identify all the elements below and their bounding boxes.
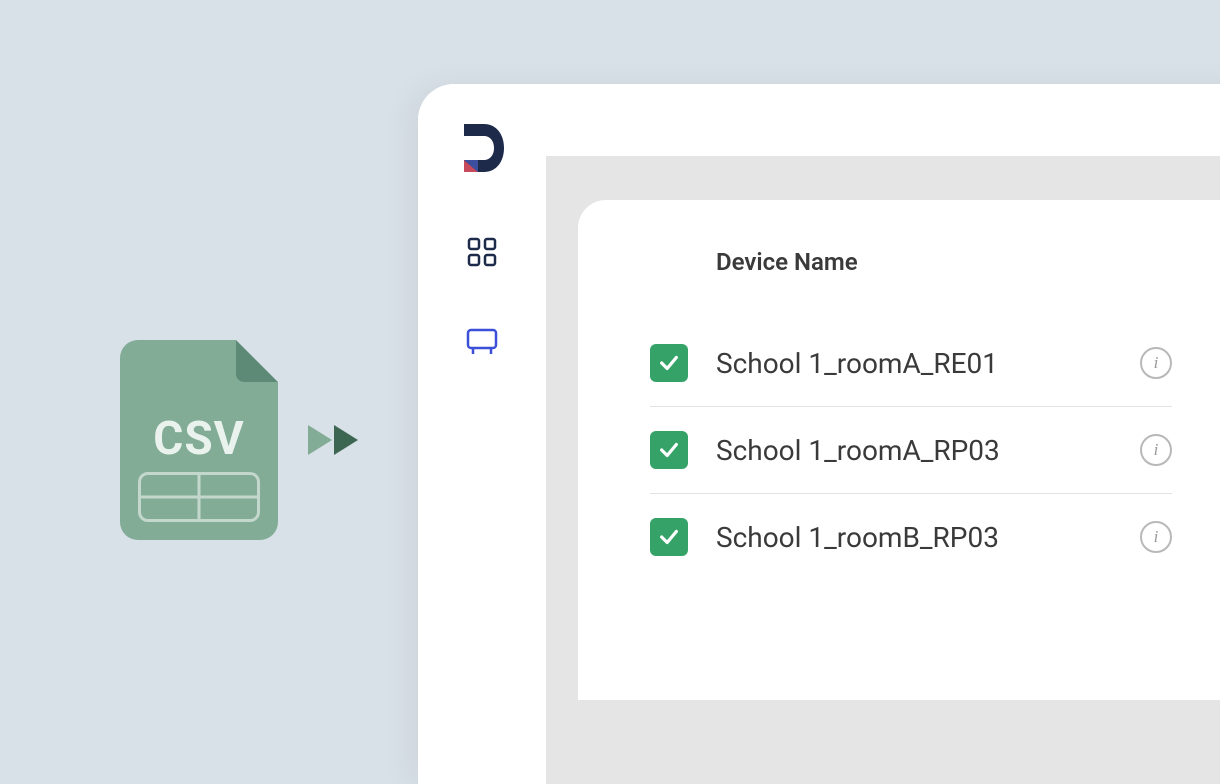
csv-label: CSV bbox=[120, 412, 278, 466]
check-icon bbox=[658, 352, 680, 374]
info-icon[interactable]: i bbox=[1140, 347, 1172, 379]
row-checkbox[interactable] bbox=[650, 518, 688, 556]
device-name-label: School 1_roomB_RP03 bbox=[716, 521, 1140, 554]
content-area: Device Name School 1_roomA_RE01 i School… bbox=[546, 156, 1220, 784]
sidebar bbox=[418, 84, 546, 784]
csv-import-graphic: CSV bbox=[120, 340, 358, 540]
device-panel: Device Name School 1_roomA_RE01 i School… bbox=[578, 200, 1220, 700]
import-arrows-icon bbox=[308, 425, 358, 455]
app-logo bbox=[458, 116, 506, 180]
table-row: School 1_roomB_RP03 i bbox=[650, 494, 1172, 580]
row-checkbox[interactable] bbox=[650, 344, 688, 382]
device-name-label: School 1_roomA_RP03 bbox=[716, 434, 1140, 467]
check-icon bbox=[658, 526, 680, 548]
row-checkbox[interactable] bbox=[650, 431, 688, 469]
table-row: School 1_roomA_RP03 i bbox=[650, 407, 1172, 494]
app-window: Device Name School 1_roomA_RE01 i School… bbox=[418, 84, 1220, 784]
info-icon[interactable]: i bbox=[1140, 434, 1172, 466]
nav-devices[interactable] bbox=[458, 318, 506, 366]
check-icon bbox=[658, 439, 680, 461]
device-name-label: School 1_roomA_RE01 bbox=[716, 347, 1140, 380]
csv-table-icon bbox=[138, 472, 260, 522]
table-row: School 1_roomA_RE01 i bbox=[650, 320, 1172, 407]
nav-dashboard[interactable] bbox=[458, 228, 506, 276]
info-icon[interactable]: i bbox=[1140, 521, 1172, 553]
csv-file-icon: CSV bbox=[120, 340, 278, 540]
column-header-device-name: Device Name bbox=[650, 248, 1220, 276]
